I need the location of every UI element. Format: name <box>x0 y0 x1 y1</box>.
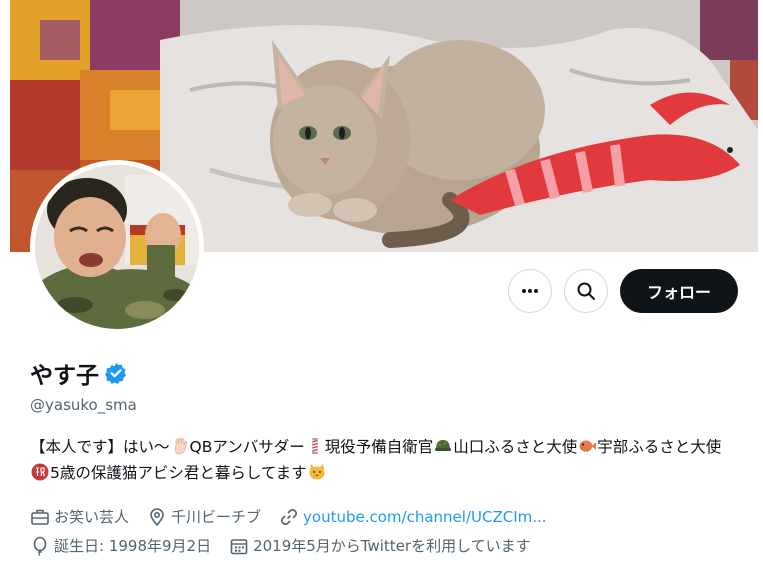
bio-text-3: 現役予備自衛官 <box>324 438 434 456</box>
joined-item: 2019年5月からTwitterを利用しています <box>229 535 531 556</box>
search-icon <box>577 282 595 300</box>
balloon-icon <box>33 536 47 556</box>
cat-face-emoji-icon <box>309 464 325 480</box>
bio-text-4: 山口ふるさと大使 <box>453 438 578 456</box>
avatar-photo <box>35 165 199 329</box>
military-helmet-emoji-icon <box>435 440 452 451</box>
location-text: 千川ビーチブ <box>171 508 262 526</box>
link-icon <box>280 508 298 525</box>
location-pin-icon <box>150 507 164 526</box>
profession-text: お笑い芸人 <box>54 508 130 526</box>
raised-hand-emoji-icon <box>174 437 187 455</box>
display-name: やす子 <box>30 363 99 389</box>
profile-meta-row-2: 誕生日: 1998年9月2日 2019年5月からTwitterを利用しています <box>30 535 549 556</box>
profile-name-row: やす子 <box>30 356 127 390</box>
more-button[interactable] <box>508 269 552 313</box>
bio-text-5: 宇部ふるさと大使 <box>597 438 722 456</box>
joined-text: 2019年5月からTwitterを利用しています <box>253 537 531 555</box>
profile-bio: 【本人です】はい〜 QBアンバサダー 現役予備自衛官 山口ふるさと大使 宇部ふる… <box>30 434 745 486</box>
blowfish-emoji-icon <box>579 440 597 453</box>
website-link[interactable]: youtube.com/channel/UCZCIm... <box>303 508 547 526</box>
profile-handle: @yasuko_sma <box>30 396 137 414</box>
verified-badge-icon[interactable] <box>105 362 127 384</box>
bio-text-6: 5歳の保護猫アビシ君と暮らしてます <box>50 464 307 482</box>
location-item: 千川ビーチブ <box>147 506 261 527</box>
profile-meta-row-1: お笑い芸人 千川ビーチブ youtube.com/channel/UCZCIm.… <box>30 506 565 527</box>
birthday-item: 誕生日: 1998年9月2日 <box>30 535 211 556</box>
avatar[interactable] <box>30 160 204 334</box>
bio-text-1: 【本人です】はい〜 <box>30 438 170 456</box>
birthday-text: 誕生日: 1998年9月2日 <box>54 537 212 555</box>
more-horizontal-icon <box>522 289 538 293</box>
follow-button[interactable]: フォロー <box>620 269 738 313</box>
briefcase-icon <box>31 509 49 525</box>
website-item[interactable]: youtube.com/channel/UCZCIm... <box>279 507 547 527</box>
calendar-icon <box>230 538 248 554</box>
bio-text-2: QBアンバサダー <box>189 438 305 456</box>
profession-item: お笑い芸人 <box>30 506 129 527</box>
celebrate-ideograph-emoji-icon <box>31 463 49 481</box>
search-button[interactable] <box>564 269 608 313</box>
barber-pole-emoji-icon <box>311 438 318 454</box>
